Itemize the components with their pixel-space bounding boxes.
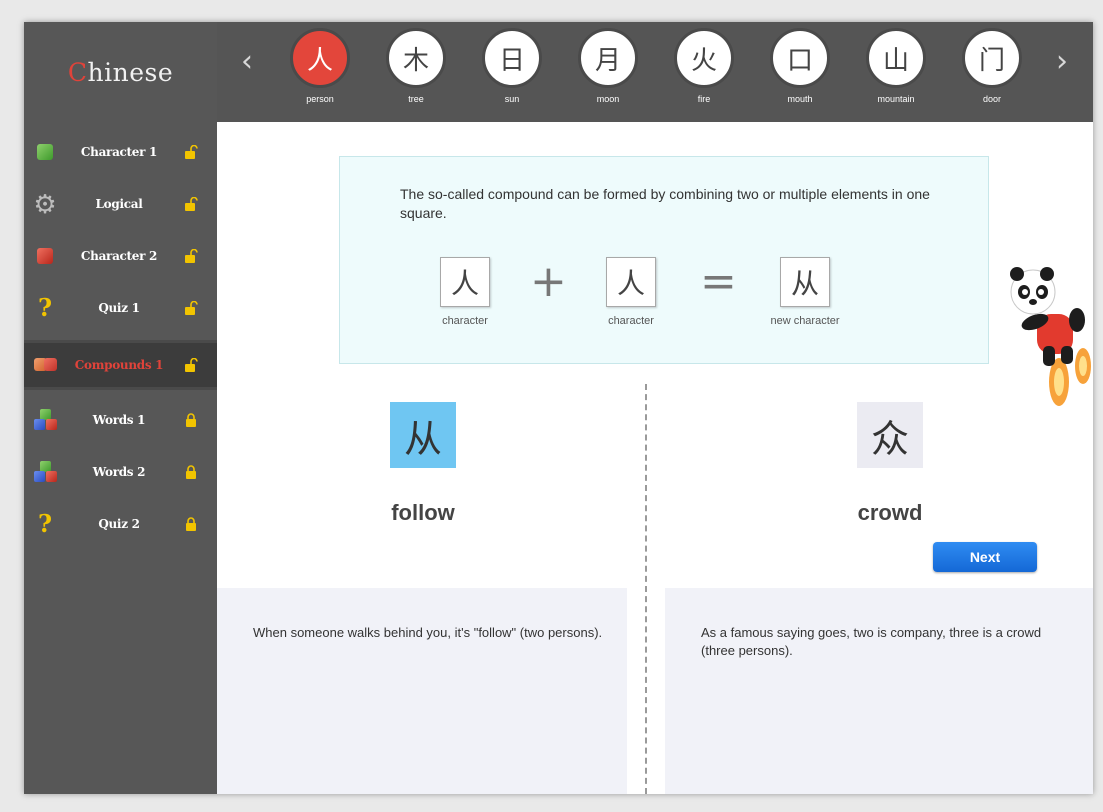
locked-padlock-icon (186, 465, 196, 479)
character-label: mouth (787, 94, 813, 104)
character-carousel: ‹ 人 person 木 tree 日 sun 月 moon 火 fire 口 … (217, 22, 1093, 122)
gear-icon: ⚙ (33, 189, 57, 219)
unlocked-padlock-icon (185, 145, 198, 159)
plus-sign: + (530, 256, 567, 307)
next-button[interactable]: Next (933, 542, 1037, 572)
character-item-mouth[interactable]: 口 mouth (762, 24, 842, 119)
compound-character-follow[interactable]: 从 (390, 402, 456, 468)
description-panel-follow: When someone walks behind you, it's "fol… (217, 588, 627, 794)
double-cube-icon (34, 354, 57, 376)
character-item-sun[interactable]: 日 sun (474, 24, 554, 119)
description-text-crowd: As a famous saying goes, two is company,… (701, 625, 1042, 658)
logo-letter-c: C (67, 57, 88, 87)
equation-second-character: 人 (606, 257, 656, 307)
unlocked-padlock-icon (185, 249, 198, 263)
blocks-icon (34, 461, 57, 483)
sidebar-item-words-2[interactable]: Words 2 (24, 446, 217, 498)
sidebar-item-words-1[interactable]: Words 1 (24, 394, 217, 446)
sidebar-item-label: Words 2 (92, 465, 146, 479)
equation-result-character: 从 (780, 257, 830, 307)
description-text-follow: When someone walks behind you, it's "fol… (253, 625, 603, 640)
equation-second-caption: character (608, 315, 654, 327)
character-item-tree[interactable]: 木 tree (378, 24, 458, 119)
sidebar-item-label: Quiz 1 (98, 301, 140, 315)
unlocked-padlock-icon (185, 197, 198, 211)
blocks-icon (34, 409, 57, 431)
locked-padlock-icon (186, 413, 196, 427)
sidebar-item-label: Quiz 2 (98, 517, 140, 531)
unlocked-padlock-icon (185, 301, 198, 315)
character-glyph: 门 (962, 28, 1022, 88)
sidebar-item-compounds-1[interactable]: Compounds 1 (24, 340, 217, 390)
locked-padlock-icon (186, 517, 196, 531)
sidebar-item-label: Words 1 (92, 413, 146, 427)
character-glyph: 月 (578, 28, 638, 88)
equation-first-character: 人 (440, 257, 490, 307)
section-divider (645, 384, 647, 794)
compound-meaning-crowd: crowd (857, 500, 923, 525)
lesson-nav: Character 1 ⚙ Logical Character 2 ? Quiz… (24, 126, 217, 550)
character-item-door[interactable]: 门 door (954, 24, 1034, 119)
chevron-left-icon[interactable]: ‹ (232, 42, 262, 82)
red-cube-icon (34, 245, 56, 267)
character-glyph: 火 (674, 28, 734, 88)
compound-explanation-box: The so-called compound can be formed by … (339, 156, 989, 364)
sidebar: Chinese Character 1 ⚙ Logical Character … (24, 22, 217, 794)
sidebar-item-quiz-1[interactable]: ? Quiz 1 (24, 282, 217, 334)
character-item-person[interactable]: 人 person (282, 24, 362, 119)
character-label: sun (504, 94, 520, 104)
character-item-fire[interactable]: 火 fire (666, 24, 746, 119)
lesson-content: The so-called compound can be formed by … (217, 122, 1093, 794)
character-glyph: 山 (866, 28, 926, 88)
explanation-text: The so-called compound can be formed by … (400, 186, 930, 221)
character-label: moon (596, 94, 620, 104)
equation-result-caption: new character (770, 315, 840, 327)
sidebar-item-label: Character 1 (80, 145, 158, 159)
sidebar-item-label: Character 2 (80, 249, 158, 263)
compound-meaning-follow: follow (391, 500, 455, 525)
equation-first-caption: character (442, 315, 488, 327)
character-item-moon[interactable]: 月 moon (570, 24, 650, 119)
chevron-right-icon[interactable]: › (1047, 42, 1077, 82)
app-window: Chinese Character 1 ⚙ Logical Character … (24, 22, 1093, 794)
character-label: mountain (877, 94, 915, 104)
character-glyph: 日 (482, 28, 542, 88)
sidebar-item-character-2[interactable]: Character 2 (24, 230, 217, 282)
character-glyph: 人 (290, 28, 350, 88)
sidebar-item-label: Compounds 1 (74, 358, 164, 372)
character-label: door (982, 94, 1001, 104)
question-mark-icon: ? (37, 509, 53, 538)
character-label: tree (408, 94, 424, 104)
unlocked-padlock-icon (185, 358, 198, 372)
app-logo: Chinese (24, 22, 217, 122)
character-glyph: 木 (386, 28, 446, 88)
question-mark-icon: ? (37, 293, 53, 322)
description-panel-crowd: As a famous saying goes, two is company,… (665, 588, 1093, 794)
sidebar-item-logical[interactable]: ⚙ Logical (24, 178, 217, 230)
character-glyph: 口 (770, 28, 830, 88)
character-label: fire (697, 94, 711, 104)
character-item-mountain[interactable]: 山 mountain (858, 24, 938, 119)
sidebar-item-quiz-2[interactable]: ? Quiz 2 (24, 498, 217, 550)
panda-mascot-icon (1010, 267, 1091, 406)
green-cube-icon (34, 141, 56, 163)
character-label: person (306, 94, 334, 104)
compound-character-crowd[interactable]: 众 (857, 402, 923, 468)
logo-text: hinese (87, 57, 174, 87)
sidebar-item-character-1[interactable]: Character 1 (24, 126, 217, 178)
equals-sign: = (700, 256, 737, 307)
sidebar-item-label: Logical (95, 197, 143, 211)
